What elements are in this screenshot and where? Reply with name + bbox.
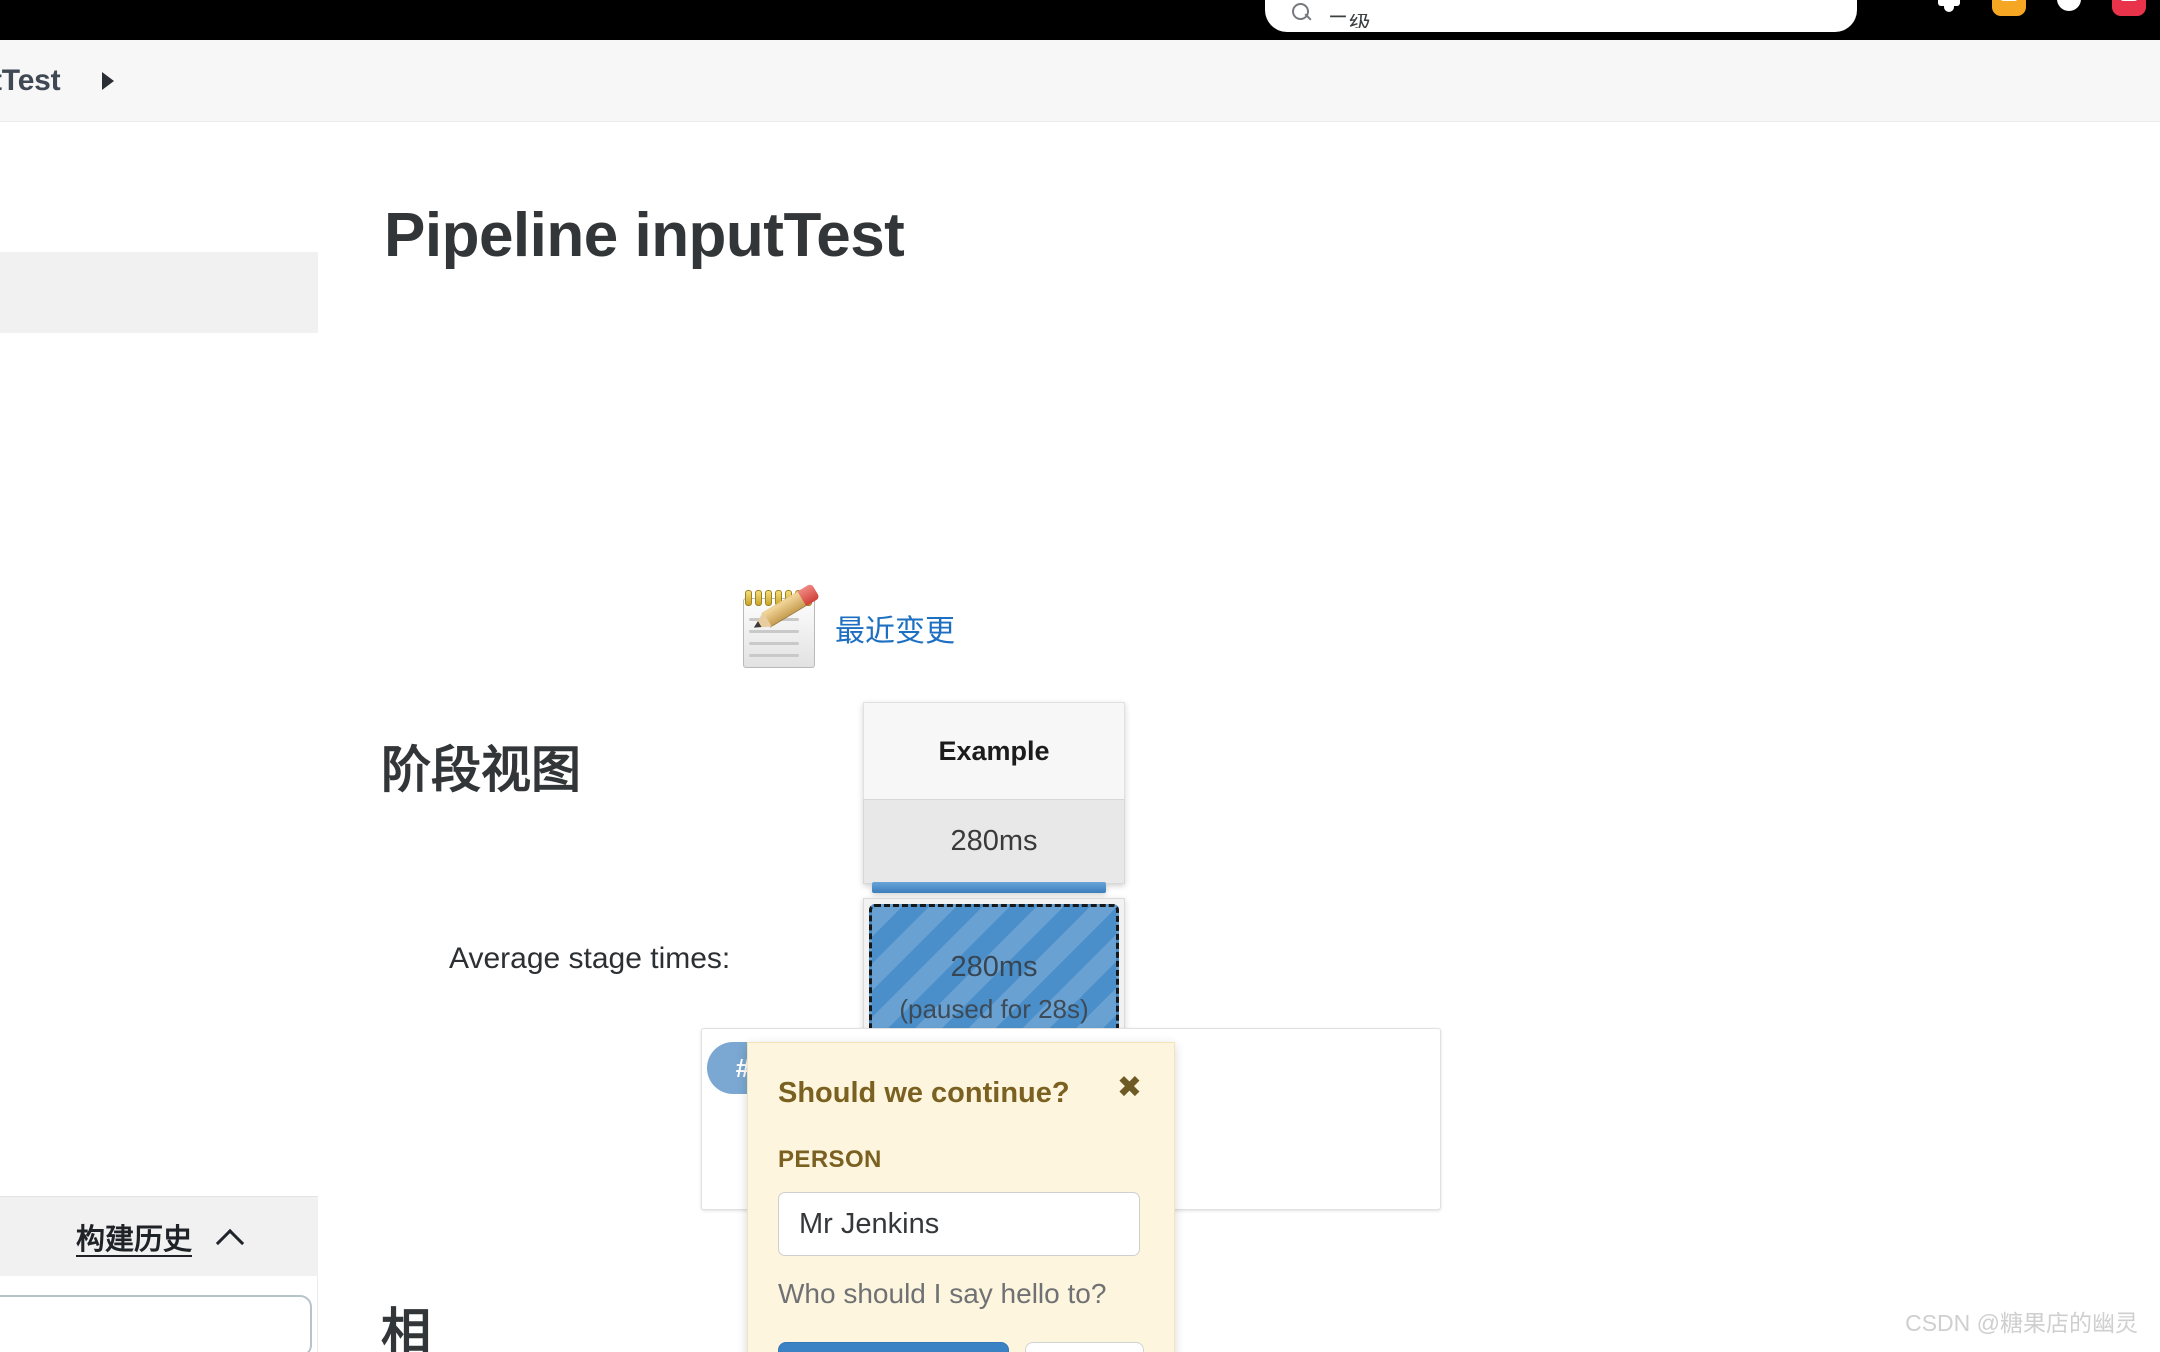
prompt-description: Who should I say hello to? (778, 1278, 1107, 1309)
person-input-field[interactable] (778, 1192, 1140, 1256)
close-icon[interactable]: ✖ (1117, 1073, 1142, 1103)
stage-average-row: 280ms (863, 799, 1125, 893)
sidebar: 构建历史 2:40 ✕ (0, 122, 318, 1352)
proceed-button[interactable]: Yes, we should. (778, 1342, 1010, 1352)
stage-view-title: 阶段视图 (381, 742, 581, 798)
watermark: CSDN @糖果店的幽灵 (1905, 1310, 2138, 1336)
average-stage-times-label: Average stage times: (449, 942, 731, 975)
stage-name-label: Example (938, 735, 1050, 766)
stage-average-time: 280ms (950, 825, 1038, 857)
screen-root: 二级 tTest 构建历史 2:40 ✕ Pipeline inputTes (0, 0, 2160, 1352)
notepad-line (749, 654, 799, 657)
notepad-pencil-icon (737, 583, 823, 672)
build-history-search-wrapper (0, 1290, 318, 1352)
browser-toolbar-icons (1932, 0, 2146, 16)
sidebar-panel-highlight (0, 252, 318, 333)
page-title: Pipeline inputTest (384, 201, 905, 270)
related-section-title: 相 (381, 1304, 431, 1352)
build-history-label: 构建历史 (75, 1223, 192, 1256)
prompt-parameter-label: PERSON (778, 1146, 882, 1173)
browser-search-field[interactable]: 二级 (1265, 0, 1857, 32)
build-history-search-input[interactable] (0, 1295, 312, 1352)
browser-search-query: 二级 (1327, 14, 1372, 28)
sidebar-panel-top (0, 122, 318, 252)
breadcrumb: tTest (0, 40, 2160, 122)
main-content: Pipeline inputTest 最近变更 阶段视图 Average sta… (319, 122, 2160, 1352)
stage-average-bar (872, 882, 1106, 893)
stage-run-status: (paused for 28s) (899, 994, 1089, 1024)
recent-changes-label: 最近变更 (835, 615, 955, 648)
prompt-title: Should we continue? (778, 1077, 1070, 1109)
sidebar-build-history-header[interactable]: 构建历史 (0, 1196, 318, 1276)
sidebar-panel-body (0, 333, 318, 1196)
notepad-line (749, 642, 799, 645)
input-prompt-dialog: Should we continue? ✖ PERSON Who should … (747, 1042, 1175, 1352)
recent-changes-link[interactable]: 最近变更 (737, 583, 955, 672)
notepad-line (749, 630, 799, 633)
chevron-up-icon[interactable] (218, 1225, 242, 1249)
prompt-actions: Yes, we should. Abort (778, 1342, 1144, 1352)
chevron-right-icon[interactable] (102, 71, 115, 90)
stage-run-time: 280ms (950, 951, 1038, 983)
bell-icon[interactable] (1932, 0, 1966, 16)
stage-header[interactable]: Example (863, 702, 1125, 799)
shield-icon[interactable] (2052, 0, 2086, 16)
breadcrumb-item-job[interactable]: tTest (0, 64, 61, 98)
red-badge-icon[interactable] (2112, 0, 2146, 16)
abort-button[interactable]: Abort (1025, 1342, 1144, 1352)
search-icon (1291, 2, 1313, 24)
orange-badge-icon[interactable] (1992, 0, 2026, 16)
